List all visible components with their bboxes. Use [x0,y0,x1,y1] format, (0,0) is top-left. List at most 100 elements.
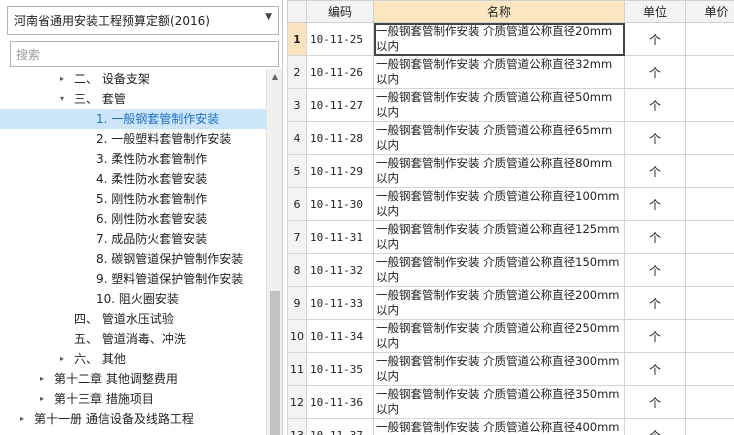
tree-node[interactable]: 3. 柔性防水套管制作 [0,149,266,169]
tree-node[interactable]: ▸ 六、 其他 [0,349,266,369]
name-cell[interactable]: 一般钢套管制作安装 介质管道公称直径350mm以内 [373,385,625,419]
table-row[interactable]: 6 10-11-30 一般钢套管制作安装 介质管道公称直径100mm以内个 [287,187,734,221]
unit-cell[interactable]: 个 [624,418,686,435]
name-cell[interactable]: 一般钢套管制作安装 介质管道公称直径300mm以内 [373,352,625,386]
code-cell[interactable]: 10-11-29 [306,154,374,188]
header-price[interactable]: 单价 [685,0,734,23]
price-cell[interactable]: 1 [685,352,734,386]
tree-node[interactable]: 7. 成品防火套管安装 [0,229,266,249]
tree-node[interactable]: 10. 阻火圈安装 [0,289,266,309]
table-row[interactable]: 910-11-33一般钢套管制作安装 介质管道公称直径200mm以内个1 [287,286,734,320]
price-cell[interactable]: 1 [685,253,734,287]
tree-node[interactable]: 8. 碳钢管道保护管制作安装 [0,249,266,269]
chevron-down-icon[interactable]: ▼ [265,12,272,22]
caret-right-icon[interactable]: ▸ [37,389,47,409]
unit-cell[interactable]: 个 [624,22,686,56]
table-row[interactable]: 1110-11-35一般钢套管制作安装 介质管道公称直径300mm以内个1 [287,352,734,386]
name-cell[interactable]: 一般钢套管制作安装 介质管道公称直径100mm以内 [373,187,625,221]
table-row[interactable]: 810-11-32一般钢套管制作安装 介质管道公称直径150mm以内个1 [287,253,734,287]
row-number[interactable]: 1 [287,22,307,56]
table-row[interactable]: 5 10-11-29 一般钢套管制作安装 介质管道公称直径80mm以内个 [287,154,734,188]
price-cell[interactable] [685,154,734,188]
price-cell[interactable]: 1 [685,220,734,254]
code-cell[interactable]: 10-11-34 [306,319,374,353]
header-name[interactable]: 名称 [373,0,625,23]
tree-node[interactable]: 4. 柔性防水套管安装 [0,169,266,189]
name-cell[interactable]: 一般钢套管制作安装 介质管道公称直径50mm以内 [373,88,625,122]
table-row[interactable]: 1210-11-36一般钢套管制作安装 介质管道公称直径350mm以内个2 [287,385,734,419]
unit-cell[interactable]: 个 [624,319,686,353]
row-number[interactable]: 9 [287,286,307,320]
price-cell[interactable] [685,418,734,435]
name-cell[interactable]: 一般钢套管制作安装 介质管道公称直径32mm以内 [373,55,625,89]
unit-cell[interactable]: 个 [624,187,686,221]
header-unit[interactable]: 单位 [624,0,686,23]
unit-cell[interactable]: 个 [624,385,686,419]
tree-node[interactable]: 四、 管道水压试验 [0,309,266,329]
row-number[interactable]: 10 [287,319,307,353]
tree-node[interactable]: ▸ 第十二章 其他调整费用 [0,369,266,389]
tree-node[interactable]: 5. 刚性防水套管制作 [0,189,266,209]
name-cell[interactable]: 一般钢套管制作安装 介质管道公称直径250mm以内 [373,319,625,353]
row-number[interactable]: 12 [287,385,307,419]
code-cell[interactable]: 10-11-37 [306,418,374,435]
scrollbar-thumb[interactable] [270,291,280,435]
tree-node[interactable]: ▸ 第十三章 措施项目 [0,389,266,409]
unit-cell[interactable]: 个 [624,286,686,320]
tree-node[interactable]: ▸ 二、 设备支架 [0,69,266,89]
name-cell[interactable]: 一般钢套管制作安装 介质管道公称直径80mm以内 [373,154,625,188]
tree-scrollbar[interactable]: ▲ [266,69,282,435]
tree-node[interactable]: ▸ 第十一册 通信设备及线路工程 [0,409,266,429]
row-number[interactable]: 13 [287,418,307,435]
unit-cell[interactable]: 个 [624,55,686,89]
row-number[interactable]: 6 [287,187,307,221]
header-rownum[interactable] [287,0,307,23]
row-number[interactable]: 7 [287,220,307,254]
price-cell[interactable] [685,319,734,353]
caret-right-icon[interactable]: ▸ [17,409,27,429]
price-cell[interactable] [685,88,734,122]
tree-node[interactable]: 1. 一般钢套管制作安装 [0,109,266,129]
search-input[interactable]: 搜索 [10,41,279,67]
unit-cell[interactable]: 个 [624,253,686,287]
table-row[interactable]: 4 10-11-28 一般钢套管制作安装 介质管道公称直径65mm以内个 [287,121,734,155]
price-cell[interactable] [685,55,734,89]
table-row[interactable]: 2 10-11-26 一般钢套管制作安装 介质管道公称直径32mm以内个 [287,55,734,89]
code-cell[interactable]: 10-11-33 [306,286,374,320]
tree-node[interactable]: 6. 刚性防水套管安装 [0,209,266,229]
table-row[interactable]: 1310-11-37一般钢套管制作安装 介质管道公称直径400mm以内个 [287,418,734,435]
tree-node[interactable]: 五、 管道消毒、冲洗 [0,329,266,349]
code-cell[interactable]: 10-11-36 [306,385,374,419]
price-cell[interactable]: 1 [685,286,734,320]
code-cell[interactable]: 10-11-31 [306,220,374,254]
row-number[interactable]: 5 [287,154,307,188]
unit-cell[interactable]: 个 [624,352,686,386]
row-number[interactable]: 8 [287,253,307,287]
quota-library-dropdown[interactable]: 河南省通用安装工程预算定额(2016) ▼ [7,6,279,35]
name-cell[interactable]: 一般钢套管制作安装 介质管道公称直径125mm以内 [373,220,625,254]
caret-right-icon[interactable]: ▸ [57,69,67,89]
name-cell[interactable]: 一般钢套管制作安装 介质管道公称直径65mm以内 [373,121,625,155]
name-cell[interactable]: 一般钢套管制作安装 介质管道公称直径200mm以内 [373,286,625,320]
code-cell[interactable]: 10-11-26 [306,55,374,89]
row-number[interactable]: 4 [287,121,307,155]
name-cell[interactable]: 一般钢套管制作安装 介质管道公称直径20mm以内 [373,22,625,56]
tree-node[interactable]: ▾ 三、 套管 [0,89,266,109]
row-number[interactable]: 2 [287,55,307,89]
price-cell[interactable] [685,22,734,56]
price-cell[interactable] [685,121,734,155]
table-row[interactable]: 710-11-31一般钢套管制作安装 介质管道公称直径125mm以内个1 [287,220,734,254]
unit-cell[interactable]: 个 [624,220,686,254]
name-cell[interactable]: 一般钢套管制作安装 介质管道公称直径150mm以内 [373,253,625,287]
row-number[interactable]: 3 [287,88,307,122]
code-cell[interactable]: 10-11-32 [306,253,374,287]
table-row[interactable]: 1 10-11-25 一般钢套管制作安装 介质管道公称直径20mm以内个 [287,22,734,56]
price-cell[interactable] [685,187,734,221]
price-cell[interactable]: 2 [685,385,734,419]
table-row[interactable]: 10 10-11-34 一般钢套管制作安装 介质管道公称直径250mm以内个 [287,319,734,353]
code-cell[interactable]: 10-11-25 [306,22,374,56]
row-number[interactable]: 11 [287,352,307,386]
caret-right-icon[interactable]: ▸ [37,369,47,389]
code-cell[interactable]: 10-11-27 [306,88,374,122]
unit-cell[interactable]: 个 [624,154,686,188]
